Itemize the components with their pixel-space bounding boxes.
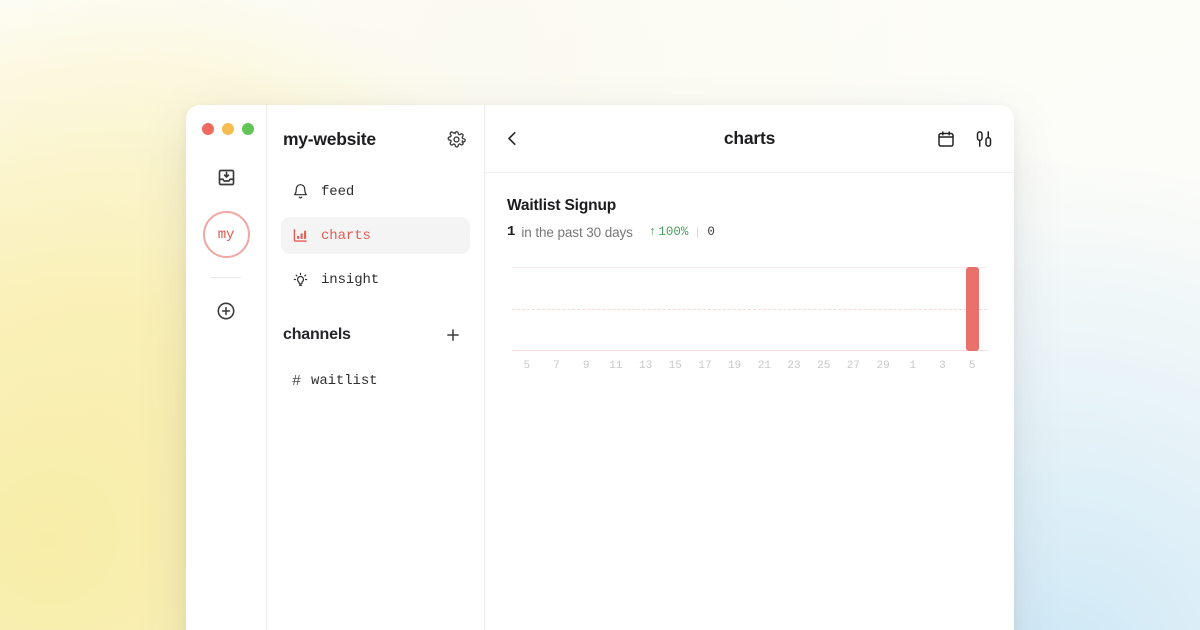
x-axis-tick: 5 — [957, 360, 987, 372]
x-axis-tick: 17 — [690, 360, 720, 372]
chart-bar-slot[interactable] — [809, 267, 839, 351]
chart-card-title: Waitlist Signup — [507, 197, 992, 215]
chart-bar-slot[interactable] — [512, 267, 542, 351]
channel-label: waitlist — [311, 373, 377, 389]
sidebar-item-label: feed — [321, 184, 354, 200]
channels-section-header: channels — [281, 319, 470, 351]
plus-circle-icon[interactable] — [211, 296, 241, 326]
chart-bar-slot[interactable] — [660, 267, 690, 351]
chart-bar-slot[interactable] — [571, 267, 601, 351]
stat-delta-value: 100% — [658, 225, 688, 239]
chart-bar-slot[interactable] — [542, 267, 572, 351]
x-axis-tick: 7 — [542, 360, 572, 372]
chart-bar-slot[interactable] — [750, 267, 780, 351]
bar-chart-icon — [292, 227, 310, 244]
back-button[interactable] — [503, 129, 522, 148]
minimize-window-button[interactable] — [222, 123, 234, 135]
chart-bar-slot[interactable] — [898, 267, 928, 351]
x-axis-tick: 25 — [809, 360, 839, 372]
x-axis-tick: 1 — [898, 360, 928, 372]
stat-count: 1 — [507, 224, 515, 240]
calendar-icon[interactable] — [936, 129, 956, 149]
sliders-icon[interactable] — [974, 129, 994, 149]
chart-card: Waitlist Signup 1 in the past 30 days ↑ … — [485, 173, 1014, 372]
main-header: charts — [485, 105, 1014, 173]
chart-bar-slot[interactable] — [601, 267, 631, 351]
sidebar-item-charts[interactable]: charts — [281, 217, 470, 254]
lightbulb-icon — [292, 271, 310, 288]
chart-x-axis: 57911131517192123252729135 — [512, 360, 987, 372]
page-title: charts — [485, 128, 1014, 149]
x-axis-tick: 19 — [720, 360, 750, 372]
left-rail: my — [186, 105, 267, 630]
workspace-title: my-website — [283, 129, 376, 150]
chart-bar-slot[interactable] — [928, 267, 958, 351]
x-axis-tick: 9 — [571, 360, 601, 372]
chart-bar-slot[interactable] — [779, 267, 809, 351]
arrow-up-icon: ↑ — [649, 225, 657, 239]
x-axis-tick: 15 — [660, 360, 690, 372]
sidebar: my-website feed — [267, 105, 485, 630]
bell-icon — [292, 183, 310, 200]
x-axis-tick: 23 — [779, 360, 809, 372]
chart-plot-area — [512, 267, 987, 351]
avatar-label: my — [218, 227, 234, 243]
chart-bar[interactable] — [966, 267, 979, 351]
gear-icon[interactable] — [447, 130, 466, 149]
app-window: my my-website — [186, 105, 1014, 630]
x-axis-tick: 11 — [601, 360, 631, 372]
x-axis-tick: 27 — [839, 360, 869, 372]
x-axis-tick: 29 — [868, 360, 898, 372]
channel-item-waitlist[interactable]: # waitlist — [281, 363, 470, 399]
bar-chart: 57911131517192123252729135 — [507, 267, 992, 372]
avatar[interactable]: my — [203, 211, 250, 258]
sidebar-item-label: insight — [321, 272, 379, 288]
add-channel-button[interactable] — [444, 326, 462, 344]
sidebar-item-label: charts — [321, 228, 371, 244]
chart-bar-slot[interactable] — [631, 267, 661, 351]
x-axis-tick: 13 — [631, 360, 661, 372]
window-traffic-lights — [187, 123, 254, 135]
main-panel: charts — [485, 105, 1014, 630]
stat-delta: ↑ 100% — [649, 225, 689, 239]
sidebar-item-feed[interactable]: feed — [281, 173, 470, 210]
stat-separator — [697, 227, 698, 238]
chart-bars — [512, 267, 987, 351]
channels-title: channels — [283, 326, 351, 344]
sidebar-header: my-website — [281, 105, 470, 173]
header-actions — [936, 129, 994, 149]
chart-stats-row: 1 in the past 30 days ↑ 100% 0 — [507, 224, 992, 240]
stat-secondary: 0 — [707, 225, 715, 239]
chart-bar-slot[interactable] — [957, 267, 987, 351]
inbox-download-icon[interactable] — [209, 160, 243, 194]
x-axis-tick: 3 — [928, 360, 958, 372]
chart-bar-slot[interactable] — [690, 267, 720, 351]
sidebar-item-insight[interactable]: insight — [281, 261, 470, 298]
chart-bar-slot[interactable] — [868, 267, 898, 351]
x-axis-tick: 5 — [512, 360, 542, 372]
stat-period: in the past 30 days — [521, 225, 632, 240]
maximize-window-button[interactable] — [242, 123, 254, 135]
x-axis-tick: 21 — [750, 360, 780, 372]
close-window-button[interactable] — [202, 123, 214, 135]
chart-bar-slot[interactable] — [720, 267, 750, 351]
rail-divider — [211, 277, 241, 278]
hash-icon: # — [292, 373, 301, 390]
chart-bar-slot[interactable] — [839, 267, 869, 351]
